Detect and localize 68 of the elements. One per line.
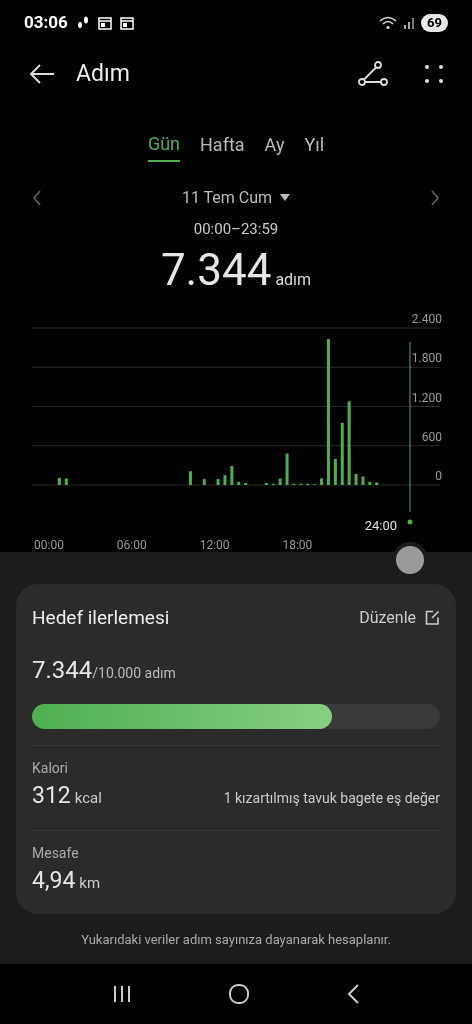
calendar-icon xyxy=(119,16,134,30)
metric-unit: kcal xyxy=(74,788,102,809)
y-tick-label: 600 xyxy=(421,429,442,444)
step-bar xyxy=(64,477,68,485)
next-day-button[interactable] xyxy=(430,190,440,206)
dropdown-caret-icon xyxy=(280,194,291,202)
step-bar xyxy=(188,470,192,485)
back-button[interactable] xyxy=(28,63,56,85)
x-tick-label: 00:00 xyxy=(34,537,64,552)
period-tab[interactable]: Ay xyxy=(264,126,285,162)
period-tab[interactable]: Gün xyxy=(147,126,181,162)
recent-apps-button[interactable] xyxy=(112,985,132,1003)
date-selector[interactable]: 11 Tem Cum xyxy=(181,186,291,210)
metric-unit: km xyxy=(79,872,101,894)
metric-label: Kalori xyxy=(32,759,69,778)
step-bar xyxy=(354,473,358,485)
step-bar xyxy=(223,474,227,485)
y-tick-label: 1.200 xyxy=(411,390,442,404)
step-total: 7.344 xyxy=(160,242,272,298)
home-button[interactable] xyxy=(228,983,250,1005)
card-title: Hedef ilerlemesi xyxy=(32,604,170,631)
metric-note: 1 kızartılmış tavuk bagete eş değer xyxy=(223,789,440,808)
step-bar xyxy=(368,481,372,485)
period-tab[interactable]: Hafta xyxy=(200,126,245,162)
battery-indicator: 69 xyxy=(421,14,448,32)
wifi-icon xyxy=(379,16,398,30)
y-tick-label: 0 xyxy=(435,468,442,483)
cursor-dot xyxy=(407,519,413,524)
x-tick-label: 12:00 xyxy=(199,537,230,552)
metric-value: 4,94 xyxy=(32,865,76,896)
metric-value: 312 xyxy=(32,781,71,811)
y-tick-label: 1.800 xyxy=(411,350,442,365)
step-bar xyxy=(237,481,241,485)
period-tab[interactable]: Yıl xyxy=(304,126,325,162)
x-tick-label: 06:00 xyxy=(116,537,147,552)
signal-icon xyxy=(403,17,416,29)
step-bar xyxy=(278,477,282,485)
step-bar xyxy=(230,465,234,485)
page-title: Adım xyxy=(76,58,130,89)
goal-value: 7.344 xyxy=(32,655,93,686)
y-tick-label: 2.400 xyxy=(411,311,442,326)
step-bar xyxy=(333,458,337,485)
step-bar xyxy=(216,478,220,485)
more-options-button[interactable] xyxy=(424,64,444,84)
status-time: 03:06 xyxy=(24,11,68,35)
x-tick-label: 18:00 xyxy=(282,537,313,552)
previous-day-button[interactable] xyxy=(32,190,42,206)
goal-target: /10.000 adım xyxy=(92,665,176,683)
step-bar xyxy=(285,453,289,485)
metric-label: Mesafe xyxy=(32,843,80,863)
edit-icon xyxy=(424,609,440,626)
footnote: Yukarıdaki veriler adım sayınıza dayanarak hesaplanır. xyxy=(81,931,391,949)
time-range: 00:00–23:59 xyxy=(193,219,279,240)
step-unit: adım xyxy=(275,268,312,291)
step-bar xyxy=(264,482,268,485)
share-button[interactable] xyxy=(358,61,388,87)
edit-button[interactable]: Düzenle xyxy=(359,605,440,630)
footsteps-icon xyxy=(75,15,90,31)
back-nav-button[interactable] xyxy=(346,984,360,1004)
cursor-label: 24:00 xyxy=(364,517,397,533)
step-bar xyxy=(320,477,324,485)
step-bar xyxy=(361,476,365,485)
calendar-icon xyxy=(97,16,112,30)
step-bar xyxy=(57,477,61,485)
step-bar xyxy=(340,422,344,485)
step-bar xyxy=(202,478,206,485)
step-bar xyxy=(375,481,379,485)
step-bar xyxy=(244,482,248,485)
